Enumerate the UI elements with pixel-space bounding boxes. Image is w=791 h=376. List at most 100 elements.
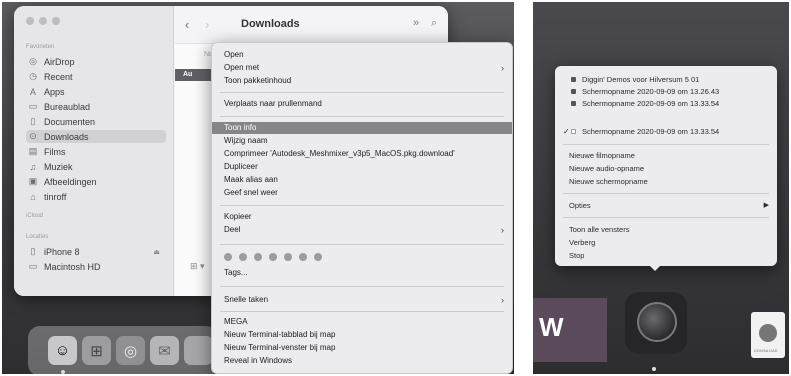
menu-item-new-screen-recording[interactable]: Nieuwe schermopname: [555, 176, 777, 187]
sidebar-item-documenten[interactable]: ▯ Documenten: [26, 115, 166, 128]
sidebar-item-home[interactable]: ⌂ tinroff: [26, 190, 166, 203]
window-item[interactable]: Schermopname 2020-09-09 om 13.33.54: [555, 98, 777, 109]
sidebar-item-bureaublad[interactable]: ▭ Bureaublad: [26, 100, 166, 113]
menu-item-show-package-contents[interactable]: Toon pakketinhoud: [212, 75, 512, 87]
sidebar-item-downloads[interactable]: ⊙ Downloads: [26, 130, 166, 143]
menu-item-make-alias[interactable]: Maak alias aan: [212, 174, 512, 186]
window-item-label: Schermopname 2020-09-09 om 13.33.54: [582, 127, 720, 136]
dock-app-menu: Diggin' Demos voor Hilversum 5 01 Scherm…: [555, 66, 777, 266]
menu-item-new-terminal-tab[interactable]: Nieuw Terminal-tabblad bij map: [212, 329, 512, 341]
menu-item-open-with[interactable]: Open met ›: [212, 62, 512, 74]
window-item[interactable]: Schermopname 2020-09-09 om 13.26.43: [555, 86, 777, 97]
menu-item-quick-actions[interactable]: Snelle taken ›: [212, 294, 512, 306]
sidebar-section-icloud: iCloud: [26, 213, 44, 219]
close-window-button[interactable]: [26, 17, 34, 25]
desktop-icon: ▭: [28, 101, 38, 111]
menu-item-show-all-windows[interactable]: Toon alle vensters: [555, 224, 777, 235]
menu-item-copy[interactable]: Kopieer: [212, 211, 512, 223]
sidebar-item-iphone[interactable]: ▯ iPhone 8 ⏏: [26, 245, 166, 258]
clock-icon: ◷: [29, 71, 37, 81]
sidebar-item-label: Downloads: [44, 131, 89, 142]
window-thumbnail-icon: [571, 89, 576, 94]
tag-gray-dot[interactable]: [314, 253, 322, 261]
launchpad-dock-icon[interactable]: ⊞: [82, 336, 111, 365]
menu-item-tags[interactable]: Tags...: [212, 267, 512, 279]
menu-item-rename[interactable]: Wijzig naam: [212, 135, 512, 147]
menu-item-new-terminal-window[interactable]: Nieuw Terminal-venster bij map: [212, 342, 512, 354]
sidebar-item-label: Documenten: [44, 116, 96, 127]
sidebar-item-films[interactable]: ▤ Films: [26, 145, 166, 158]
menu-item-new-movie-recording[interactable]: Nieuwe filmopname: [555, 150, 777, 161]
zoom-window-button[interactable]: [52, 17, 60, 25]
apps-icon: A: [29, 86, 36, 97]
tag-blue-dot[interactable]: [284, 253, 292, 261]
back-button[interactable]: ‹: [185, 17, 189, 32]
menu-item-quit[interactable]: Stop: [555, 250, 777, 261]
chevron-right-icon: ›: [501, 295, 504, 305]
sidebar-item-label: Apps: [44, 86, 65, 97]
finder-dock-icon[interactable]: ☺: [48, 336, 77, 365]
airdrop-icon: ◎: [29, 56, 37, 66]
menu-item-move-to-trash[interactable]: Verplaats naar prullenmand: [212, 98, 512, 110]
document-glyph-icon: [759, 324, 777, 342]
menu-separator: [220, 205, 504, 206]
menu-separator: [220, 244, 504, 245]
menu-item-mega[interactable]: MEGA: [212, 316, 512, 328]
sidebar-item-recent[interactable]: ◷ Recent: [26, 70, 166, 83]
selected-file-row[interactable]: Au: [175, 69, 215, 81]
menu-item-reveal-in-windows[interactable]: Reveal in Windows: [212, 355, 512, 367]
window-item[interactable]: Diggin' Demos voor Hilversum 5 01: [555, 74, 777, 85]
tag-purple-dot[interactable]: [299, 253, 307, 261]
sidebar-item-apps[interactable]: A Apps: [26, 85, 166, 98]
menu-item-label: Nieuwe schermopname: [569, 177, 648, 186]
document-icon: ▯: [30, 116, 36, 126]
image-icon: ▣: [28, 176, 38, 186]
word-logo-letter: W: [539, 312, 564, 342]
menu-item-options[interactable]: Opties ▶: [555, 200, 777, 211]
menu-separator: [563, 144, 769, 145]
menu-item-share[interactable]: Deel ›: [212, 224, 512, 236]
menu-item-open[interactable]: Open: [212, 49, 512, 61]
menu-item-get-info[interactable]: Toon info: [212, 122, 512, 134]
menu-item-label: Open met: [224, 63, 260, 72]
tag-green-dot[interactable]: [269, 253, 277, 261]
chevron-right-icon: ›: [501, 63, 504, 73]
menu-item-label: Nieuwe audio-opname: [569, 164, 645, 173]
forward-button[interactable]: ›: [205, 17, 209, 32]
tag-orange-dot[interactable]: [239, 253, 247, 261]
window-thumbnail-icon: [571, 101, 576, 106]
window-item-label: Diggin' Demos voor Hilversum 5 01: [582, 75, 700, 84]
menu-item-duplicate[interactable]: Dupliceer: [212, 161, 512, 173]
finder-screenshot-panel: Favorieten ◎ AirDrop ◷ Recent A Apps ▭ Burea…: [2, 2, 514, 374]
sidebar-item-label: Afbeeldingen: [44, 176, 97, 187]
sidebar-item-macintosh-hd[interactable]: ▭ Macintosh HD: [26, 260, 166, 273]
app-dock-icon[interactable]: [184, 336, 213, 365]
menu-item-hide[interactable]: Verberg: [555, 237, 777, 248]
menu-item-new-audio-recording[interactable]: Nieuwe audio-opname: [555, 163, 777, 174]
menu-item-label: Snelle taken: [224, 295, 269, 304]
safari-dock-icon[interactable]: ◎: [116, 336, 145, 365]
window-item-label: Schermopname 2020-09-09 om 13.33.54: [582, 99, 720, 108]
sidebar-item-airdrop[interactable]: ◎ AirDrop: [26, 55, 166, 68]
menu-separator: [563, 193, 769, 194]
mail-dock-icon[interactable]: ✉: [150, 336, 179, 365]
download-icon: ⊙: [29, 131, 37, 141]
menu-separator: [220, 286, 504, 287]
eject-icon[interactable]: ⏏: [153, 248, 160, 256]
sidebar-item-afbeeldingen[interactable]: ▣ Afbeeldingen: [26, 175, 166, 188]
window-item-active[interactable]: ✓ Schermopname 2020-09-09 om 13.33.54: [555, 126, 777, 137]
finder-sidebar: Favorieten ◎ AirDrop ◷ Recent A Apps ▭ Burea…: [14, 6, 174, 296]
more-icon[interactable]: »: [413, 17, 419, 29]
tag-yellow-dot[interactable]: [254, 253, 262, 261]
menu-item-label: Verberg: [569, 238, 596, 247]
minimize-window-button[interactable]: [39, 17, 47, 25]
menu-item-compress[interactable]: Comprimeer 'Autodesk_Meshmixer_v3p5_MacO…: [212, 148, 512, 160]
menu-item-quick-look[interactable]: Geef snel weer: [212, 187, 512, 199]
tag-red-dot[interactable]: [224, 253, 232, 261]
music-icon: ♫: [29, 161, 37, 172]
search-icon[interactable]: ⌕: [431, 17, 437, 30]
sidebar-item-muziek[interactable]: ♫ Muziek: [26, 160, 166, 173]
view-options-icon[interactable]: ⊞ ▾: [190, 261, 205, 272]
window-thumbnail-icon: [571, 77, 576, 82]
menu-pointer: [648, 264, 662, 271]
